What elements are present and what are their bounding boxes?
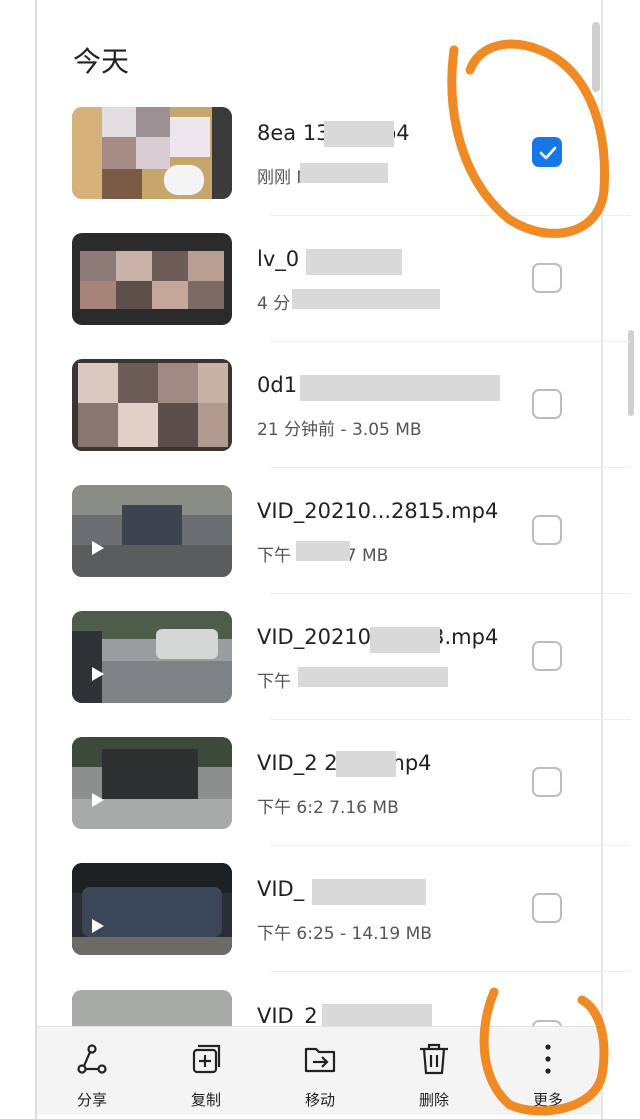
redaction-blur bbox=[324, 121, 394, 147]
side-scroll-handle[interactable] bbox=[628, 330, 634, 416]
redaction-blur bbox=[292, 289, 440, 309]
video-thumbnail bbox=[72, 107, 232, 199]
delete-button[interactable]: 删除 bbox=[394, 1037, 474, 1111]
checkmark-icon bbox=[539, 146, 557, 160]
more-vertical-icon bbox=[545, 1044, 551, 1074]
copy-label: 复制 bbox=[190, 1091, 221, 1109]
redaction-blur bbox=[370, 627, 440, 653]
file-list-item[interactable]: 0d1 4 21 分钟前 - 3.05 MB bbox=[60, 359, 630, 485]
share-button[interactable]: 分享 bbox=[52, 1037, 132, 1111]
delete-label: 删除 bbox=[418, 1091, 449, 1109]
move-label: 移动 bbox=[304, 1091, 335, 1109]
share-icon bbox=[77, 1044, 107, 1074]
redaction-blur bbox=[296, 541, 350, 561]
file-list-item[interactable]: 8ea 130e.mp4 刚刚 MB bbox=[60, 107, 630, 233]
copy-button[interactable]: 复制 bbox=[166, 1037, 246, 1111]
file-list-item[interactable]: VID_20210...2815.mp4 下午 - 15.77 MB bbox=[60, 485, 630, 611]
file-meta: 下午 bbox=[257, 672, 291, 692]
more-label: 更多 bbox=[532, 1091, 563, 1109]
select-checkbox[interactable] bbox=[532, 515, 562, 545]
row-divider bbox=[270, 719, 630, 720]
move-button[interactable]: 移动 bbox=[280, 1037, 360, 1111]
video-thumbnail bbox=[72, 233, 232, 325]
delete-icon bbox=[420, 1043, 448, 1075]
video-thumbnail bbox=[72, 863, 232, 955]
row-divider bbox=[270, 215, 630, 216]
file-meta: 下午 6:25 - 14.19 MB bbox=[257, 924, 432, 944]
select-checkbox[interactable] bbox=[532, 389, 562, 419]
select-checkbox[interactable] bbox=[532, 893, 562, 923]
row-divider bbox=[270, 971, 630, 972]
redaction-blur bbox=[322, 1004, 432, 1028]
select-checkbox[interactable] bbox=[532, 263, 562, 293]
play-icon bbox=[92, 793, 104, 807]
video-thumbnail bbox=[72, 485, 232, 577]
copy-icon bbox=[192, 1044, 221, 1074]
play-icon bbox=[92, 919, 104, 933]
redaction-blur bbox=[336, 751, 396, 777]
video-thumbnail bbox=[72, 611, 232, 703]
file-list-item[interactable]: VID_ 9.mp4 下午 6:25 - 14.19 MB bbox=[60, 863, 630, 989]
redaction-blur bbox=[300, 163, 388, 183]
bottom-toolbar: 分享 复制 移动 删除 更多 bbox=[37, 1026, 601, 1115]
file-meta: 21 分钟前 - 3.05 MB bbox=[257, 420, 422, 440]
redaction-blur bbox=[298, 667, 448, 687]
file-list-item[interactable]: lv_0 .mp4 4 分 bbox=[60, 233, 630, 359]
play-icon bbox=[92, 541, 104, 555]
select-checkbox[interactable] bbox=[532, 641, 562, 671]
screen-left-edge bbox=[35, 0, 37, 1119]
redaction-blur bbox=[300, 375, 500, 401]
select-checkbox[interactable] bbox=[532, 767, 562, 797]
file-list-item[interactable]: VID_20210...2803.mp4 下午 bbox=[60, 611, 630, 737]
scrollbar[interactable] bbox=[592, 22, 600, 92]
section-title-today: 今天 bbox=[73, 45, 130, 78]
redaction-blur bbox=[312, 879, 426, 905]
more-button[interactable]: 更多 bbox=[508, 1037, 588, 1111]
file-meta: 4 分 bbox=[257, 294, 291, 314]
row-divider bbox=[270, 845, 630, 846]
row-divider bbox=[270, 341, 630, 342]
row-divider bbox=[270, 467, 630, 468]
screen-right-edge bbox=[601, 0, 603, 1119]
redaction-blur bbox=[306, 249, 402, 275]
move-icon bbox=[304, 1047, 336, 1073]
select-checkbox[interactable] bbox=[532, 137, 562, 167]
file-list-item[interactable]: VID_2 2716.mp4 下午 6:2 7.16 MB bbox=[60, 737, 630, 863]
file-name: VID_20210...2815.mp4 bbox=[257, 499, 499, 523]
share-label: 分享 bbox=[76, 1091, 107, 1109]
video-thumbnail bbox=[72, 359, 232, 451]
video-thumbnail bbox=[72, 737, 232, 829]
file-meta: 下午 6:2 7.16 MB bbox=[257, 798, 399, 818]
play-icon bbox=[92, 667, 104, 681]
row-divider bbox=[270, 593, 630, 594]
